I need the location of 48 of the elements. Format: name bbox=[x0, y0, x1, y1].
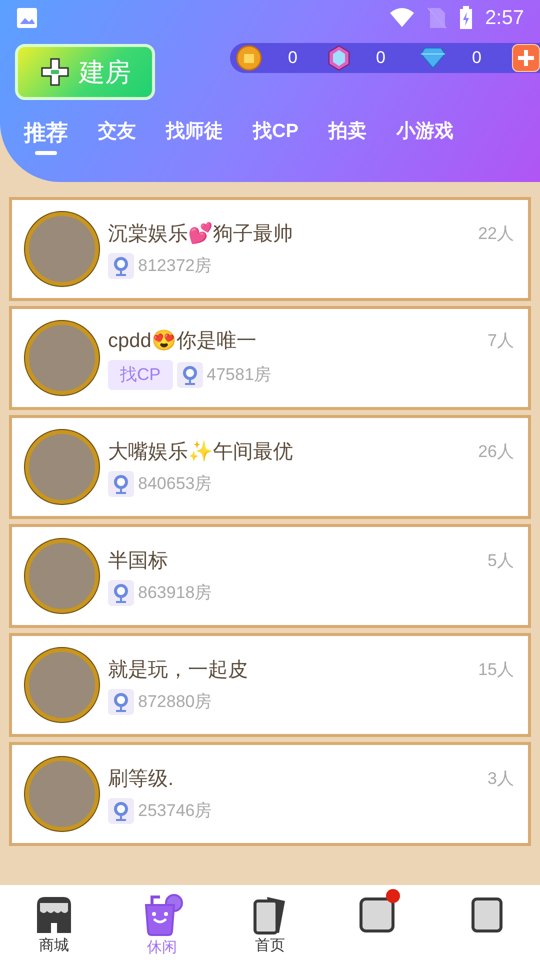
room-number: 840653房 bbox=[138, 473, 212, 496]
plus-icon bbox=[39, 56, 71, 88]
wifi-icon bbox=[389, 8, 416, 28]
no-sim-icon bbox=[427, 7, 448, 29]
nav-tab[interactable]: 商城 bbox=[0, 885, 108, 960]
room-number: 47581房 bbox=[206, 364, 271, 386]
room-number: 872880房 bbox=[138, 691, 212, 714]
category-tab[interactable]: 小游戏 bbox=[396, 118, 454, 153]
room-card[interactable]: 半国标 5人 863918房 bbox=[9, 524, 531, 628]
plus-icon bbox=[517, 49, 535, 67]
nav-tab[interactable]: 首页 bbox=[216, 885, 324, 960]
image-icon bbox=[16, 7, 38, 29]
currency-amount: 0 bbox=[376, 47, 386, 70]
room-name: 半国标 bbox=[108, 549, 168, 574]
room-number: 812372房 bbox=[138, 255, 212, 278]
room-card[interactable]: 大嘴娱乐✨午间最优 26人 840653房 bbox=[9, 415, 531, 519]
room-name: 刷等级. bbox=[108, 767, 174, 792]
member-count: 26人 bbox=[478, 441, 514, 464]
room-number: 253746房 bbox=[138, 800, 212, 822]
webcam-icon bbox=[108, 471, 134, 497]
member-count: 3人 bbox=[488, 768, 514, 790]
room-card[interactable]: cpdd😍你是唯一 7人 找CP 47581房 bbox=[9, 306, 531, 410]
webcam-icon bbox=[176, 362, 203, 388]
member-count: 22人 bbox=[478, 223, 514, 246]
status-time: 2:57 bbox=[485, 6, 524, 31]
room-name: 大嘴娱乐✨午间最优 bbox=[108, 440, 293, 465]
webcam-icon bbox=[108, 689, 134, 715]
cp-tag: 找CP bbox=[108, 360, 173, 390]
room-card[interactable]: 就是玩，一起皮 15人 872880房 bbox=[9, 633, 531, 737]
coin-icon bbox=[236, 45, 262, 71]
room-card[interactable]: 沉棠娱乐💕狗子最帅 22人 812372房 bbox=[9, 197, 531, 301]
member-count: 5人 bbox=[488, 550, 514, 572]
room-name: 沉棠娱乐💕狗子最帅 bbox=[108, 221, 293, 247]
gem-icon bbox=[328, 45, 350, 71]
currency-amount: 0 bbox=[288, 47, 298, 70]
member-count: 7人 bbox=[488, 330, 514, 352]
member-count: 15人 bbox=[478, 659, 514, 682]
currency-amount: 0 bbox=[472, 47, 482, 70]
recharge-button[interactable] bbox=[512, 44, 540, 72]
webcam-icon bbox=[108, 798, 134, 824]
room-name: cpdd😍你是唯一 bbox=[108, 328, 256, 354]
room-number: 863918房 bbox=[138, 582, 212, 604]
room-name: 就是玩，一起皮 bbox=[108, 658, 248, 683]
webcam-icon bbox=[108, 253, 134, 279]
diamond-icon bbox=[420, 47, 446, 69]
webcam-icon bbox=[108, 580, 134, 606]
battery-icon bbox=[459, 6, 474, 30]
room-card[interactable]: 刷等级. 3人 253746房 bbox=[9, 742, 531, 846]
